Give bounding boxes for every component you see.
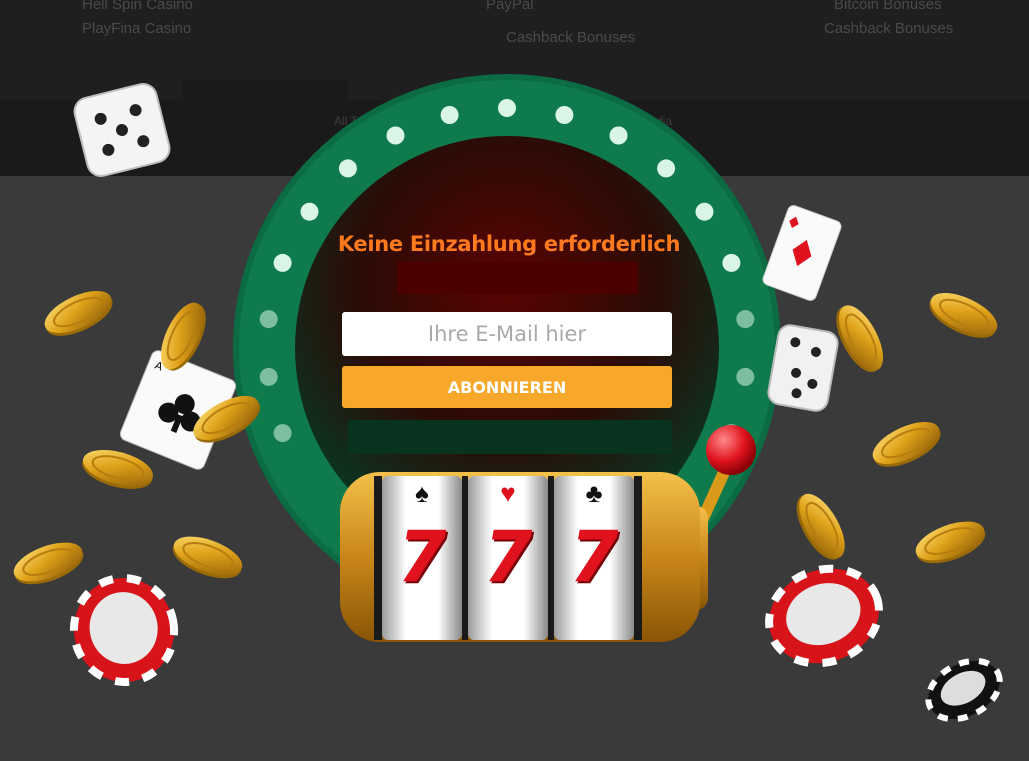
popup-title: Keine Einzahlung erforderlich (337, 232, 681, 256)
email-input[interactable] (342, 312, 672, 356)
decorative-bar-bottom (348, 420, 672, 454)
subscribe-button[interactable]: ABONNIEREN (342, 366, 672, 408)
decorative-bar (397, 262, 638, 294)
subscribe-popup: Keine Einzahlung erforderlich ABONNIEREN (0, 0, 1029, 761)
